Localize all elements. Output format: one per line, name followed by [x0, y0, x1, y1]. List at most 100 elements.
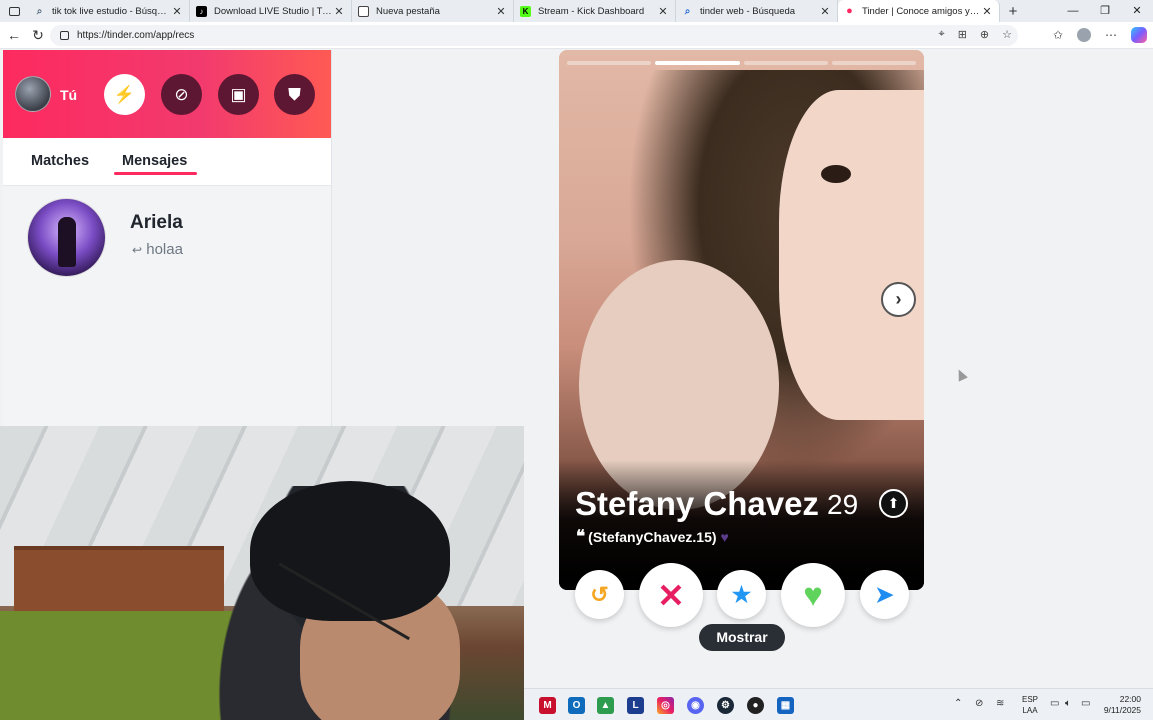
- open-profile-arrow-icon[interactable]: ⬆: [879, 489, 908, 518]
- clock[interactable]: 22:00 9/11/2025: [1099, 694, 1141, 716]
- close-tab-icon[interactable]: ✕: [657, 5, 669, 18]
- discord-icon[interactable]: ◉: [687, 697, 704, 714]
- volume-icon[interactable]: 🔈︎: [1065, 698, 1071, 709]
- url-actions: ⌖ ⊞ ⊕ ☆: [938, 28, 1012, 41]
- refresh-icon[interactable]: ↻: [26, 27, 50, 44]
- site-info-icon[interactable]: [60, 31, 69, 40]
- tab-title: Stream - Kick Dashboard: [538, 5, 645, 17]
- close-tab-icon[interactable]: ✕: [171, 5, 183, 18]
- profile-photo-face: [779, 90, 924, 420]
- tiktok-icon: ♪: [196, 5, 207, 17]
- tab-title: Nueva pestaña: [376, 5, 440, 17]
- browser-tab-3[interactable]: Nueva pestaña ✕: [352, 0, 514, 22]
- favorites-icon[interactable]: ✩: [1053, 28, 1063, 42]
- tinder-flame-icon: ●: [846, 5, 853, 17]
- profile-card[interactable]: › Stefany Chavez 29 ⬆ ❝ (StefanyChavez.15…: [559, 50, 924, 590]
- lang-line-1: ESP: [1022, 695, 1039, 704]
- conversation-avatar: [27, 198, 106, 277]
- browser-tab-2[interactable]: ♪ Download LIVE Studio | TikTok ✕: [190, 0, 352, 22]
- close-tab-icon[interactable]: ✕: [333, 5, 345, 18]
- next-photo-chevron-icon[interactable]: ›: [881, 282, 916, 317]
- zoom-icon[interactable]: ⊕: [980, 28, 989, 41]
- like-button[interactable]: ♥: [781, 563, 845, 627]
- mouse-cursor-icon: [954, 367, 968, 382]
- instagram-icon[interactable]: ◎: [657, 697, 674, 714]
- restore-icon[interactable]: ❐: [1089, 0, 1121, 22]
- clock-time: 22:00: [1119, 694, 1141, 704]
- profile-name: Stefany Chavez: [575, 485, 819, 522]
- webcam-overlay: [0, 426, 524, 720]
- search-icon: ⌕: [36, 5, 43, 17]
- apps-icon[interactable]: ⊞: [958, 28, 967, 41]
- browser-toolbar-right: ✩ ⋯: [1053, 27, 1147, 43]
- nope-button[interactable]: ✕: [639, 563, 703, 627]
- obs-icon[interactable]: ●: [747, 697, 764, 714]
- tray-chevron-icon[interactable]: ⌃: [954, 698, 962, 709]
- webcam-dresser: [14, 546, 224, 616]
- clock-date: 9/11/2025: [1103, 705, 1141, 715]
- my-profile-label[interactable]: Tú: [60, 87, 77, 103]
- photo-progress-bars: [567, 61, 916, 65]
- tab-title: Download LIVE Studio | TikTok: [214, 5, 333, 17]
- language-indicator[interactable]: ESP LAA: [1022, 694, 1038, 716]
- reply-arrow-icon: ↩: [132, 243, 143, 257]
- superlike-button[interactable]: ★: [717, 570, 766, 619]
- boost-send-button[interactable]: ➤: [860, 570, 909, 619]
- photo-progress-bar[interactable]: [743, 61, 828, 65]
- browser-tab-6-active[interactable]: ● Tinder | Conoce amigos y gente n ✕: [838, 0, 1000, 22]
- boost-lightning-button[interactable]: ⚡: [104, 74, 145, 115]
- back-arrow-icon[interactable]: ←: [2, 27, 26, 43]
- photo-progress-bar[interactable]: [655, 61, 740, 65]
- chart-app-icon[interactable]: ▲: [597, 697, 614, 714]
- conversation-name: Ariela: [130, 212, 183, 233]
- conversation-item[interactable]: Ariela ↩ holaa: [3, 198, 329, 278]
- browser-tab-bar: ⌕ tik tok live estudio - Búsqueda ✕ ♪ Do…: [0, 0, 1153, 22]
- search-icon: ⌕: [684, 5, 691, 17]
- safety-shield-button[interactable]: ⛊: [274, 74, 315, 115]
- profile-avatar[interactable]: [1077, 28, 1091, 42]
- window-menu-icon[interactable]: [0, 0, 28, 22]
- purple-heart-icon: ♥: [720, 529, 729, 545]
- location-icon[interactable]: ⌖: [938, 28, 944, 41]
- active-tab-indicator: [114, 172, 197, 175]
- tab-matches[interactable]: Matches: [31, 153, 89, 169]
- profile-bio: ❝ (StefanyChavez.15) ♥: [576, 527, 729, 547]
- tinder-sidebar: Tú ⚡ ⊘ ▣ ⛊ Matches Mensajes Ariela ↩ hol…: [3, 50, 332, 430]
- network-icon[interactable]: ▭: [1050, 698, 1059, 709]
- tab-title: Tinder | Conoce amigos y gente n: [862, 5, 981, 17]
- briefcase-button[interactable]: ▣: [218, 74, 259, 115]
- battery-icon[interactable]: ▭: [1081, 698, 1090, 709]
- tray-icon-2[interactable]: ≋: [996, 698, 1004, 709]
- url-field[interactable]: https://tinder.com/app/recs ⌖ ⊞ ⊕ ☆: [50, 25, 1018, 46]
- close-window-icon[interactable]: ✕: [1121, 0, 1153, 22]
- favorite-star-icon[interactable]: ☆: [1002, 28, 1012, 41]
- tab-messages[interactable]: Mensajes: [122, 153, 187, 169]
- explore-compass-button[interactable]: ⊘: [161, 74, 202, 115]
- windows-taskbar: M O ▲ L ◎ ◉ ⚙ ● ▦ ⌃ ⊘ ≋ ESP LAA ▭ 🔈︎ ▭ 2…: [524, 688, 1153, 720]
- new-tab-button[interactable]: +: [1000, 3, 1026, 20]
- browser-tab-4[interactable]: K Stream - Kick Dashboard ✕: [514, 0, 676, 22]
- minimize-icon[interactable]: —: [1057, 0, 1089, 22]
- photo-progress-bar[interactable]: [831, 61, 916, 65]
- rewind-button[interactable]: ↺: [575, 570, 624, 619]
- steam-icon[interactable]: ⚙: [717, 697, 734, 714]
- copilot-icon[interactable]: [1131, 27, 1147, 43]
- close-tab-icon[interactable]: ✕: [495, 5, 507, 18]
- mcafee-icon[interactable]: M: [539, 697, 556, 714]
- more-menu-icon[interactable]: ⋯: [1105, 28, 1117, 42]
- tab-title: tinder web - Búsqueda: [700, 5, 796, 17]
- close-tab-icon[interactable]: ✕: [981, 5, 993, 18]
- browser-tab-1[interactable]: ⌕ tik tok live estudio - Búsqueda ✕: [28, 0, 190, 22]
- browser-tab-5[interactable]: ⌕ tinder web - Búsqueda ✕: [676, 0, 838, 22]
- tab-title: tik tok live estudio - Búsqueda: [52, 5, 171, 17]
- close-tab-icon[interactable]: ✕: [819, 5, 831, 18]
- store-app-icon[interactable]: ▦: [777, 697, 794, 714]
- tray-icon-1[interactable]: ⊘: [975, 698, 983, 709]
- tooltip-mostrar: Mostrar: [699, 624, 785, 651]
- outlook-icon[interactable]: O: [568, 697, 585, 714]
- linkedin-like-icon[interactable]: L: [627, 697, 644, 714]
- sidebar-header: Tú ⚡ ⊘ ▣ ⛊: [3, 50, 331, 138]
- conversation-preview-text: holaa: [146, 241, 183, 258]
- photo-progress-bar[interactable]: [567, 61, 652, 65]
- my-profile-avatar[interactable]: [15, 76, 51, 112]
